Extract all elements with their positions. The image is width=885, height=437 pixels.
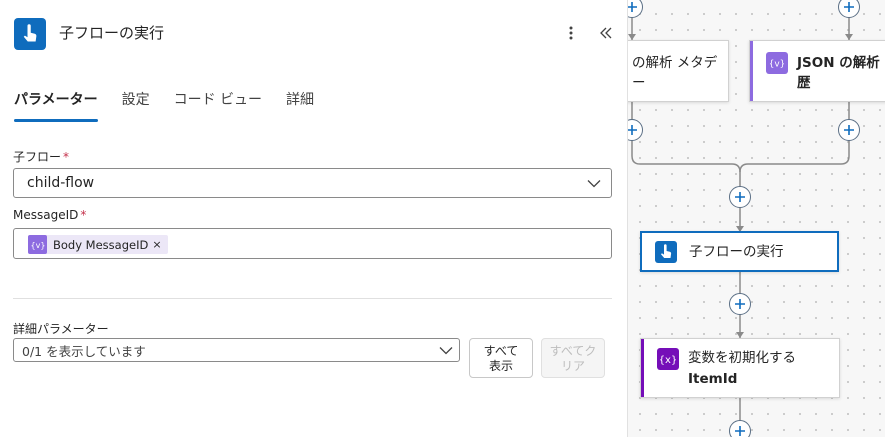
advanced-params-value: 0/1 を表示しています [22,343,146,359]
more-options-button[interactable] [561,22,581,44]
message-id-label-text: MessageID [13,208,79,222]
required-mark: * [80,208,87,222]
node-accent-stripe [641,339,644,397]
message-id-label: MessageID * [13,208,86,222]
node-title-line2: ItemId [688,371,738,387]
add-step-button[interactable] [838,119,860,141]
plus-icon [735,192,745,202]
child-flow-select[interactable]: child-flow [13,168,612,198]
show-all-line2: 表示 [488,359,513,373]
advanced-params-label: 詳細パラメーター [13,322,109,336]
collapse-panel-button[interactable] [596,22,616,44]
chevron-down-icon [439,347,453,355]
required-mark: * [63,150,70,164]
token-label: Body MessageID [53,237,149,252]
touch-hand-icon [655,241,677,263]
clear-all-line2: リア [560,359,585,373]
show-all-line1: すべて [483,344,519,358]
message-id-input[interactable]: {v} Body MessageID × [13,228,612,259]
node-title-line1: 変数を初期化する [688,350,796,366]
section-divider [13,298,612,299]
touch-hand-icon [14,18,46,50]
add-step-button[interactable] [729,420,751,437]
tab-parameters[interactable]: パラメーター [14,86,98,122]
add-step-button[interactable] [729,186,751,208]
advanced-params-select[interactable]: 0/1 を表示しています [13,338,460,362]
panel-tabs: パラメーター 設定 コード ビュー 詳細 [14,86,338,122]
more-vertical-icon [569,26,573,40]
svg-text:{v}: {v} [770,60,784,70]
parse-json-node[interactable]: {v} JSON の解析 C 歴 [749,40,885,102]
variable-icon: {x} [657,348,679,370]
svg-text:{x}: {x} [660,355,676,365]
remove-token-button[interactable]: × [152,238,161,251]
parse-metadata-node[interactable]: の解析 メタデー [628,40,729,102]
child-flow-value: child-flow [27,175,95,191]
add-step-button[interactable] [729,293,751,315]
clear-all-button[interactable]: すべてク リア [541,338,605,378]
chevron-down-icon [587,180,601,188]
action-details-panel: 子フローの実行 パラメーター 設定 コード ビュー 詳細 子フロー * child… [0,0,628,437]
plus-icon [844,125,854,135]
panel-title: 子フローの実行 [59,24,165,42]
tab-code-view[interactable]: コード ビュー [174,86,262,122]
plus-icon [628,2,637,12]
node-title-line2: 歴 [797,75,811,91]
tab-details[interactable]: 詳細 [286,86,314,122]
dynamic-content-token[interactable]: {v} Body MessageID × [28,235,168,254]
node-title-line1: JSON の解析 C [797,55,885,71]
expression-icon: {v} [766,52,788,74]
flow-canvas[interactable]: の解析 メタデー {v} JSON の解析 C 歴 子フローの実行 {x} 変数… [628,0,885,437]
tab-settings[interactable]: 設定 [122,86,150,122]
node-title: 子フローの実行 [689,244,784,260]
node-title: の解析 メタデー [632,55,718,91]
panel-header: 子フローの実行 [0,0,628,64]
double-chevron-left-icon [600,27,612,39]
plus-icon [735,299,745,309]
run-child-flow-node[interactable]: 子フローの実行 [640,231,839,272]
child-flow-label-text: 子フロー [13,150,62,164]
show-all-button[interactable]: すべて 表示 [469,338,533,378]
child-flow-label: 子フロー * [13,148,69,165]
clear-all-line1: すべてク [549,344,597,358]
node-accent-stripe [750,41,753,101]
plus-icon [844,2,854,12]
plus-icon [735,426,745,436]
plus-icon [628,125,637,135]
initialize-variable-node[interactable]: {x} 変数を初期化する ItemId [640,338,840,398]
expression-icon: {v} [28,235,47,254]
svg-text:{v}: {v} [31,241,45,250]
